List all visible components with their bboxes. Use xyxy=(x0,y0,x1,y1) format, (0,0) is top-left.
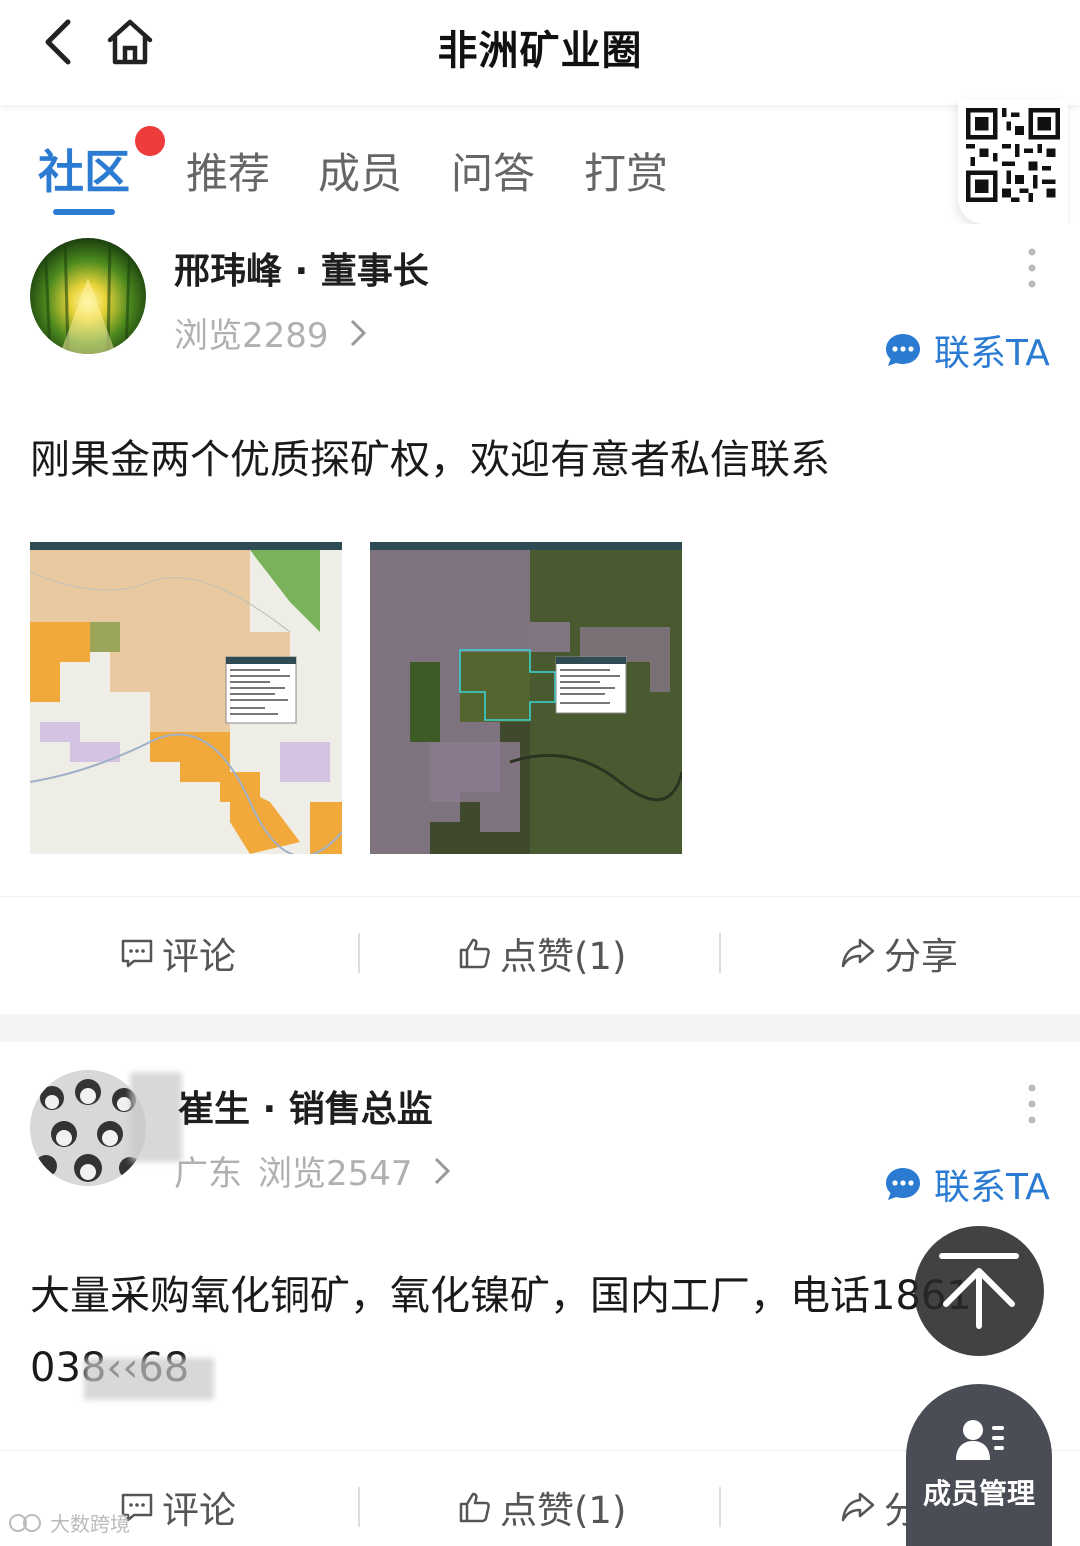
divider xyxy=(719,933,721,973)
view-count: 浏览2547 xyxy=(258,1154,413,1194)
like-label: 点赞(1) xyxy=(500,935,627,978)
divider xyxy=(358,1487,360,1527)
member-manage-label: 成员管理 xyxy=(922,1477,1035,1510)
avatar[interactable] xyxy=(30,1070,146,1186)
post-card: 邢玮峰 · 董事长 浏览2289 联系TA 刚果金两个优质探矿权，欢迎有意者私信… xyxy=(0,224,1080,1014)
contact-label: 联系TA xyxy=(934,333,1050,374)
chevron-right-icon xyxy=(350,319,366,346)
more-options-icon[interactable] xyxy=(1020,1080,1044,1128)
watermark: 大数跨境 xyxy=(8,1508,130,1537)
arrow-up-icon xyxy=(939,1253,1019,1329)
divider xyxy=(358,933,360,973)
contact-button[interactable]: 联系TA xyxy=(884,1162,1050,1208)
divider xyxy=(719,1487,721,1527)
share-label: 分享 xyxy=(884,935,958,978)
page-title: 非洲矿业圈 xyxy=(437,28,643,74)
top-bar: 非洲矿业圈 xyxy=(0,0,1080,105)
tab-members[interactable]: 成员 xyxy=(318,140,402,201)
tab-community[interactable]: 社区 xyxy=(38,136,130,202)
view-count: 浏览2289 xyxy=(174,316,329,356)
comment-button[interactable]: 评论 xyxy=(120,897,236,1009)
qr-code-icon xyxy=(966,108,1060,202)
post-text-line: 大量采购氧化铜矿，氧化镍矿，国内工厂，电话1861 xyxy=(30,1273,972,1319)
scroll-to-top-button[interactable] xyxy=(914,1226,1044,1356)
qr-code-button[interactable] xyxy=(958,100,1068,224)
watermark-text: 大数跨境 xyxy=(50,1512,130,1536)
tab-bar: 社区 推荐 成员 问答 打赏 xyxy=(0,112,960,222)
like-label: 点赞(1) xyxy=(500,1489,627,1532)
tab-recommend[interactable]: 推荐 xyxy=(186,140,270,201)
location: 广东 xyxy=(174,1154,242,1194)
comment-label: 评论 xyxy=(162,1489,236,1532)
share-icon xyxy=(841,938,875,968)
comment-button[interactable]: 评论 xyxy=(120,1451,236,1546)
chevron-right-icon xyxy=(434,1157,450,1184)
comment-icon xyxy=(121,939,153,968)
comment-label: 评论 xyxy=(162,935,236,978)
tab-qa[interactable]: 问答 xyxy=(451,140,535,201)
tab-active-indicator xyxy=(53,209,115,215)
share-button[interactable]: 分享 xyxy=(840,897,958,1009)
thumbs-up-icon xyxy=(459,938,490,969)
post-text: 刚果金两个优质探矿权，欢迎有意者私信联系 xyxy=(30,437,830,483)
post-action-bar: 评论 点赞(1) 分享 xyxy=(0,896,1080,1008)
tab-reward[interactable]: 打赏 xyxy=(584,140,668,201)
member-list-icon xyxy=(956,1420,1004,1460)
member-manage-button[interactable]: 成员管理 xyxy=(906,1384,1052,1546)
post-meta[interactable]: 浏览2289 xyxy=(174,308,367,357)
like-button[interactable]: 点赞(1) xyxy=(458,897,626,1009)
contact-label: 联系TA xyxy=(934,1167,1050,1208)
thumbs-up-icon xyxy=(459,1492,490,1523)
chat-bubble-icon xyxy=(886,1168,920,1200)
notification-dot xyxy=(135,126,165,156)
like-button[interactable]: 点赞(1) xyxy=(458,1451,626,1546)
more-options-icon[interactable] xyxy=(1020,244,1044,292)
watermark-logo-icon xyxy=(9,1513,41,1532)
chat-bubble-icon xyxy=(886,334,920,366)
satellite-image[interactable] xyxy=(370,542,682,854)
contact-button[interactable]: 联系TA xyxy=(884,328,1050,374)
blurred-region xyxy=(84,1358,214,1400)
author-name[interactable]: 崔生 · 销售总监 xyxy=(178,1080,433,1132)
post-meta[interactable]: 广东 浏览2547 xyxy=(174,1146,451,1195)
avatar[interactable] xyxy=(30,238,146,354)
section-separator xyxy=(0,1014,1080,1042)
map-image[interactable] xyxy=(30,542,342,854)
author-name[interactable]: 邢玮峰 · 董事长 xyxy=(174,242,429,294)
share-icon xyxy=(841,1492,875,1522)
